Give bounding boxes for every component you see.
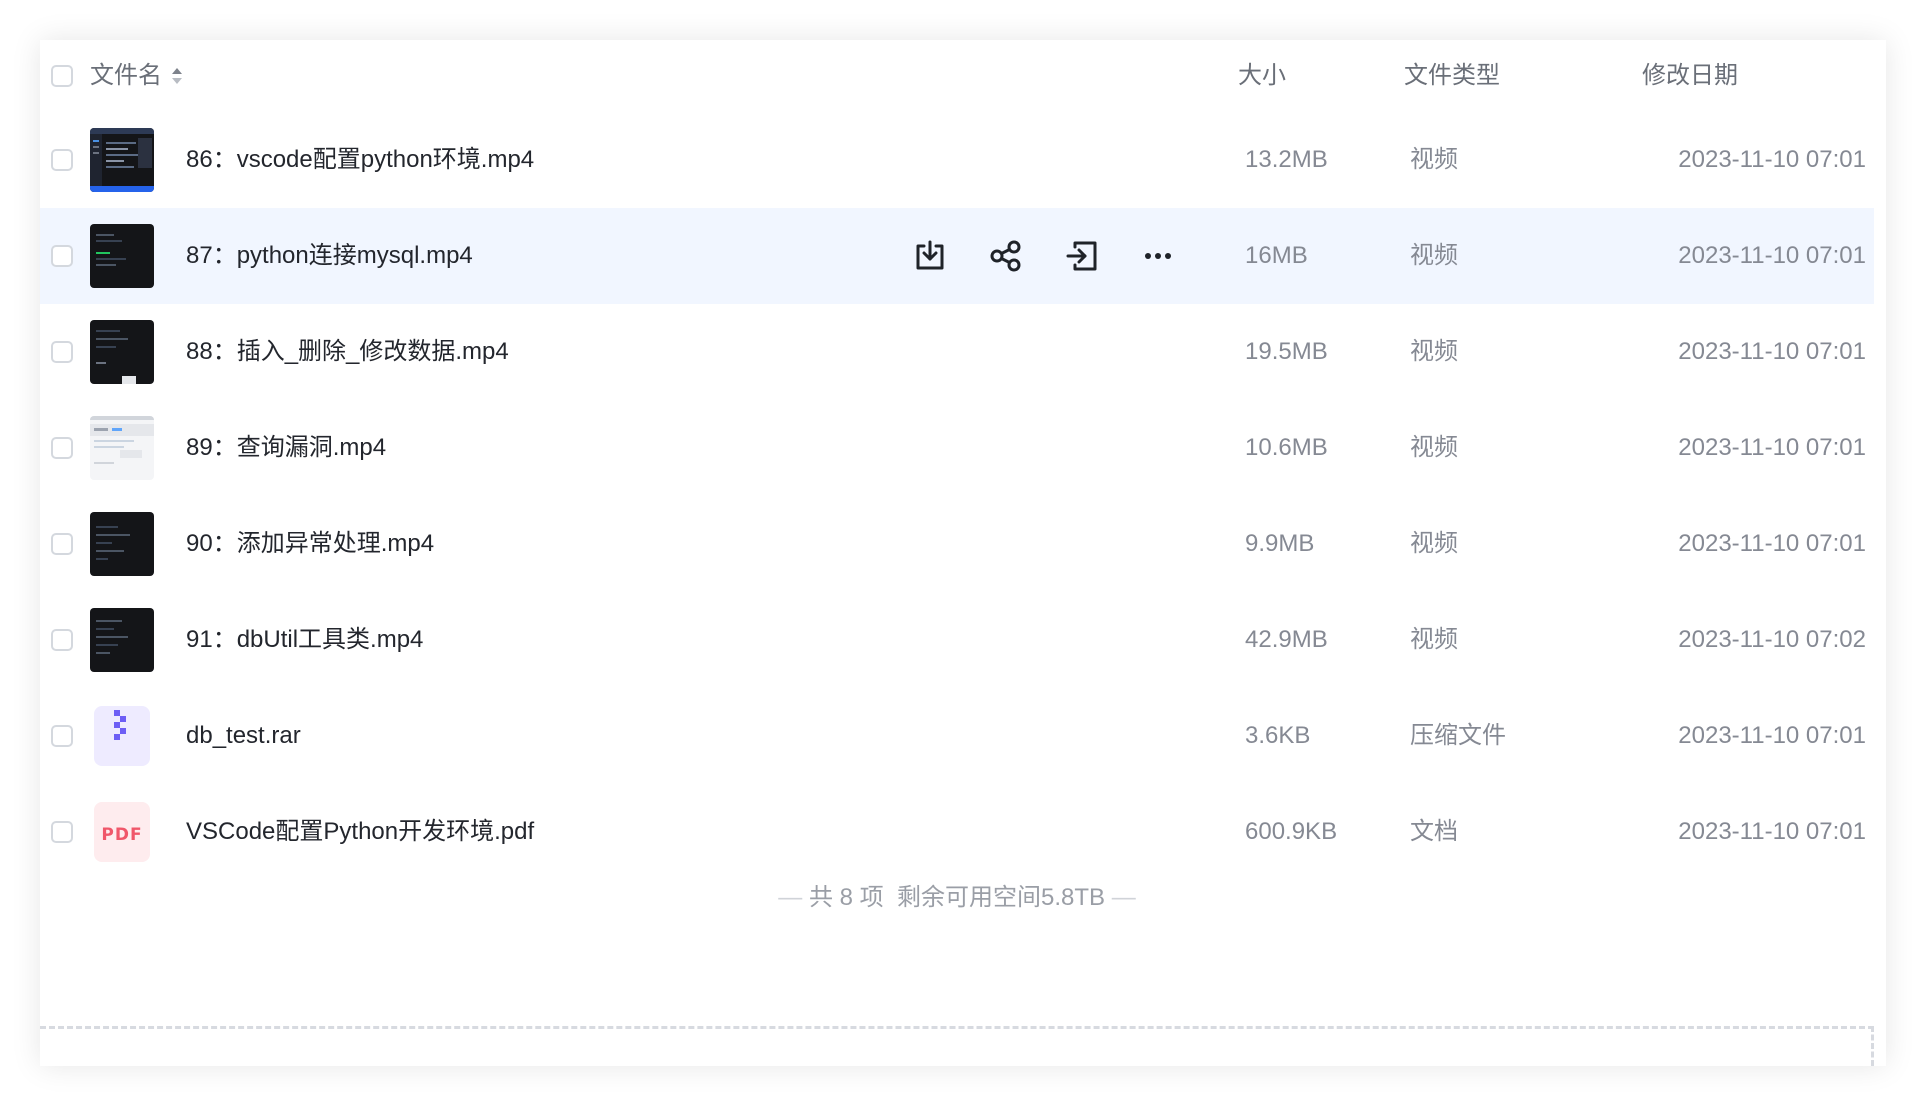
file-type: 视频: [1410, 242, 1458, 269]
row-checkbox[interactable]: [51, 533, 73, 555]
row-checkbox[interactable]: [51, 821, 73, 843]
row-checkbox[interactable]: [51, 341, 73, 363]
video-thumbnail: [90, 320, 154, 384]
file-name[interactable]: VSCode配置Python开发环境.pdf: [186, 814, 534, 850]
video-thumbnail: [90, 416, 154, 480]
file-name[interactable]: 88：插入_删除_修改数据.mp4: [186, 334, 509, 370]
video-thumbnail: [90, 224, 154, 288]
file-name[interactable]: 91：dbUtil工具类.mp4: [186, 622, 423, 658]
upload-dropzone[interactable]: [40, 1026, 1874, 1066]
archive-icon: [90, 704, 154, 768]
file-size: 42.9MB: [1245, 626, 1328, 653]
file-date: 2023-11-10 07:01: [1678, 434, 1866, 461]
video-thumbnail: [90, 608, 154, 672]
list-footer: — 共 8 项 剩余可用空间5.8TB —: [40, 880, 1874, 916]
file-list-panel: 文件名 大小 文件类型 修改日期 86：vscode配置python环境.mp4…: [40, 40, 1886, 1066]
file-list-header: 文件名 大小 文件类型 修改日期: [40, 40, 1874, 112]
move-icon[interactable]: [1062, 236, 1102, 276]
column-header-name[interactable]: 文件名: [90, 60, 162, 92]
file-type: 压缩文件: [1410, 722, 1506, 749]
file-date: 2023-11-10 07:01: [1678, 818, 1866, 845]
file-type: 文档: [1410, 818, 1458, 845]
column-header-date[interactable]: 修改日期: [1642, 60, 1738, 92]
file-size: 600.9KB: [1245, 818, 1338, 845]
file-type: 视频: [1410, 626, 1458, 653]
file-date: 2023-11-10 07:01: [1678, 530, 1866, 557]
file-row[interactable]: 90：添加异常处理.mp4 9.9MB 视频 2023-11-10 07:01: [40, 496, 1874, 592]
file-name[interactable]: 90：添加异常处理.mp4: [186, 526, 434, 562]
file-name[interactable]: db_test.rar: [186, 718, 301, 754]
file-date: 2023-11-10 07:02: [1678, 626, 1866, 653]
file-type: 视频: [1410, 530, 1458, 557]
video-thumbnail: [90, 128, 154, 192]
file-row[interactable]: 91：dbUtil工具类.mp4 42.9MB 视频 2023-11-10 07…: [40, 592, 1874, 688]
file-size: 16MB: [1245, 242, 1308, 269]
footer-dash-right: —: [1111, 884, 1136, 911]
file-row[interactable]: 89：查询漏洞.mp4 10.6MB 视频 2023-11-10 07:01: [40, 400, 1874, 496]
file-size: 9.9MB: [1245, 530, 1315, 557]
file-size: 10.6MB: [1245, 434, 1328, 461]
file-date: 2023-11-10 07:01: [1678, 146, 1866, 173]
row-checkbox[interactable]: [51, 629, 73, 651]
download-icon[interactable]: [910, 236, 950, 276]
row-actions: [910, 236, 1178, 276]
row-checkbox[interactable]: [51, 725, 73, 747]
file-row[interactable]: db_test.rar 3.6KB 压缩文件 2023-11-10 07:01: [40, 688, 1874, 784]
sort-icon[interactable]: [171, 64, 183, 88]
video-thumbnail: [90, 512, 154, 576]
file-name[interactable]: 86：vscode配置python环境.mp4: [186, 142, 534, 178]
pdf-icon-text: PDF: [101, 825, 142, 845]
file-type: 视频: [1410, 338, 1458, 365]
file-row[interactable]: PDF VSCode配置Python开发环境.pdf 600.9KB 文档 20…: [40, 784, 1874, 880]
file-row[interactable]: 88：插入_删除_修改数据.mp4 19.5MB 视频 2023-11-10 0…: [40, 304, 1874, 400]
file-date: 2023-11-10 07:01: [1678, 338, 1866, 365]
column-header-type[interactable]: 文件类型: [1404, 60, 1500, 92]
file-name[interactable]: 89：查询漏洞.mp4: [186, 430, 386, 466]
file-date: 2023-11-10 07:01: [1678, 722, 1866, 749]
select-all-checkbox[interactable]: [51, 65, 73, 87]
pdf-icon: PDF: [90, 800, 154, 864]
more-icon[interactable]: [1138, 236, 1178, 276]
file-row[interactable]: 86：vscode配置python环境.mp4 13.2MB 视频 2023-1…: [40, 112, 1874, 208]
file-size: 19.5MB: [1245, 338, 1328, 365]
footer-summary: 共 8 项 剩余可用空间5.8TB: [808, 884, 1106, 911]
file-row-hovered[interactable]: 87：python连接mysql.mp4 16MB 视频 2023-11-10 …: [40, 208, 1874, 304]
share-icon[interactable]: [986, 236, 1026, 276]
row-checkbox[interactable]: [51, 437, 73, 459]
row-checkbox[interactable]: [51, 245, 73, 267]
file-size: 3.6KB: [1245, 722, 1311, 749]
column-header-size[interactable]: 大小: [1238, 60, 1286, 92]
file-list: 文件名 大小 文件类型 修改日期 86：vscode配置python环境.mp4…: [40, 40, 1874, 880]
footer-dash-left: —: [778, 884, 803, 911]
file-size: 13.2MB: [1245, 146, 1328, 173]
file-name[interactable]: 87：python连接mysql.mp4: [186, 238, 473, 274]
file-type: 视频: [1410, 146, 1458, 173]
file-type: 视频: [1410, 434, 1458, 461]
row-checkbox[interactable]: [51, 149, 73, 171]
file-date: 2023-11-10 07:01: [1678, 242, 1866, 269]
